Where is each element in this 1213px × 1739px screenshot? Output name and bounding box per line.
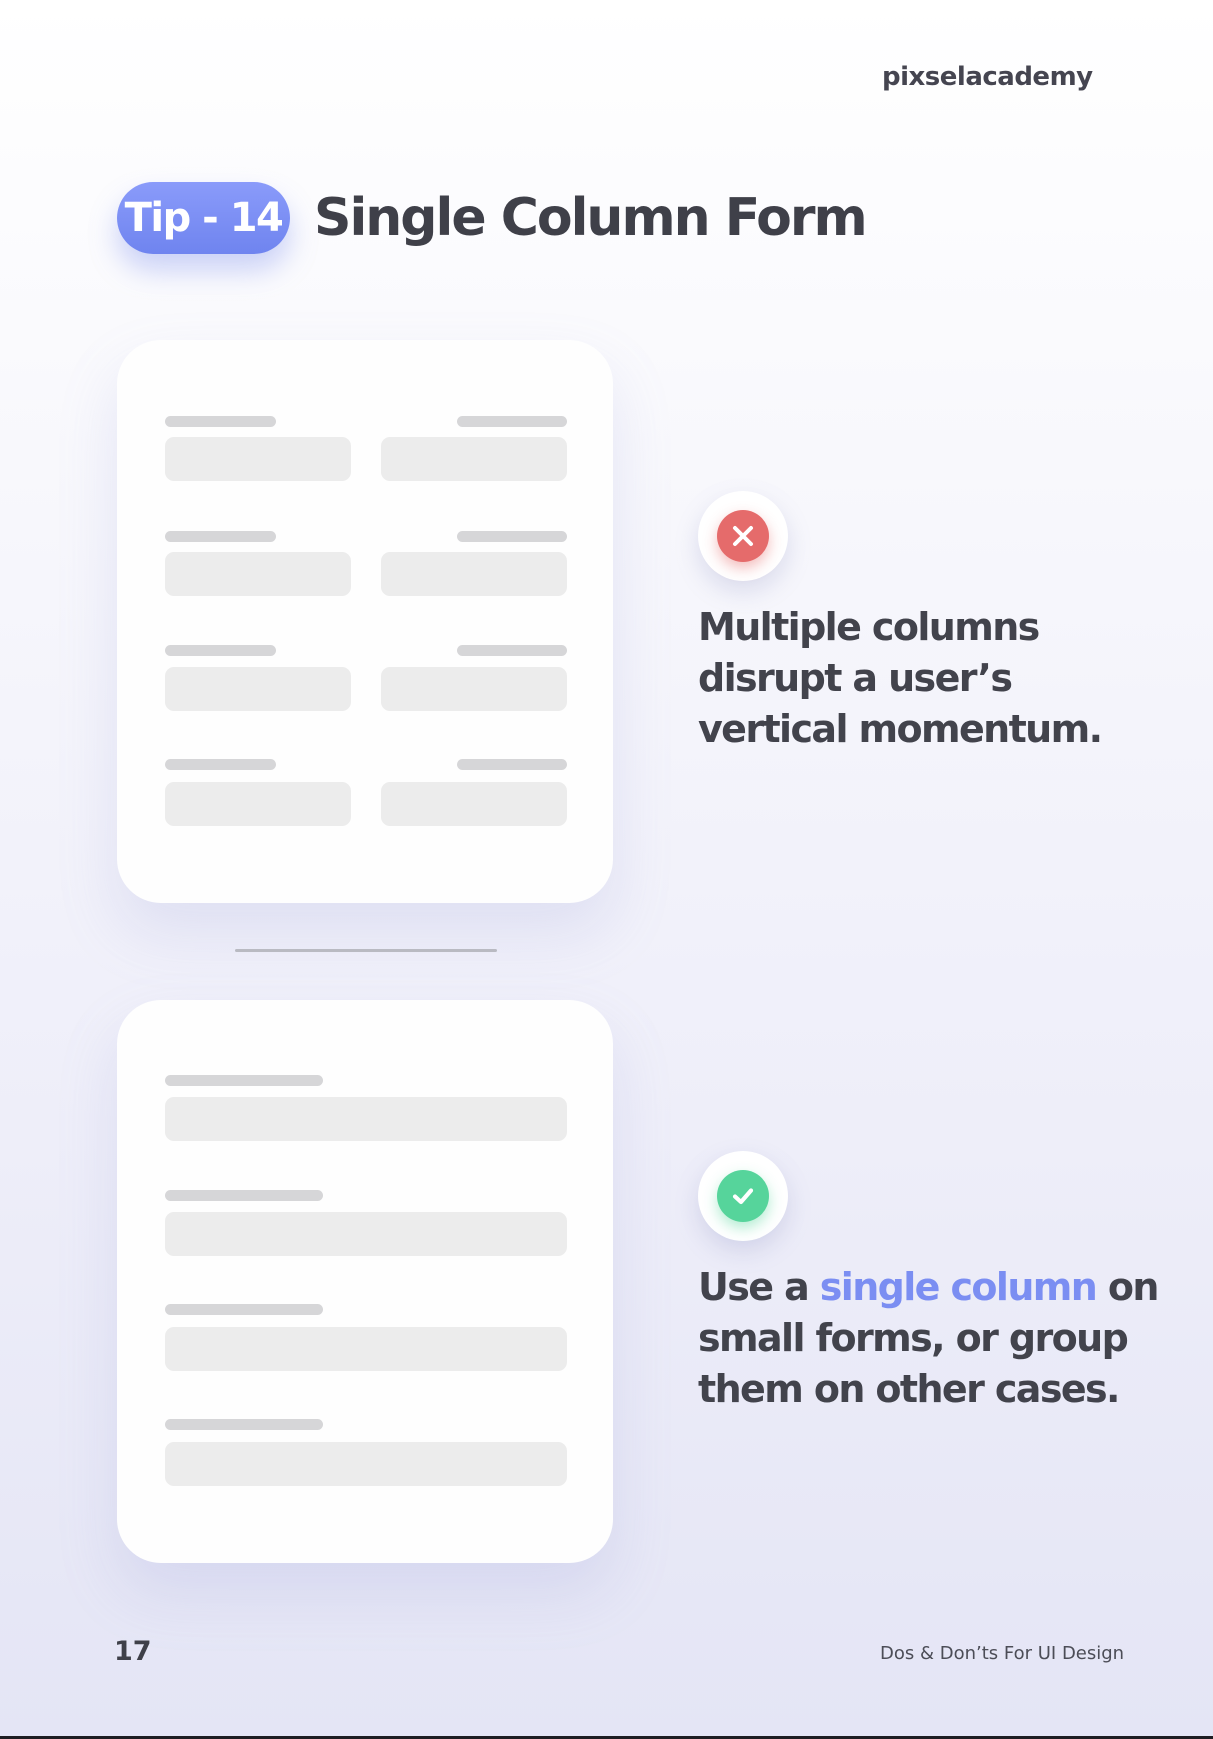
page-title: Single Column Form xyxy=(314,188,868,248)
form-label-placeholder xyxy=(165,416,276,427)
form-label-placeholder xyxy=(165,759,276,770)
form-field-placeholder xyxy=(165,782,351,826)
form-field-placeholder xyxy=(381,437,567,481)
dont-indicator xyxy=(698,491,788,581)
brand-name: pixselacademy xyxy=(882,62,1093,92)
form-field-placeholder xyxy=(381,782,567,826)
form-field-placeholder xyxy=(381,552,567,596)
close-icon xyxy=(717,510,769,562)
section-divider xyxy=(235,949,497,952)
form-label-placeholder xyxy=(165,1075,323,1086)
two-column-form-illustration xyxy=(117,340,613,903)
form-label-placeholder xyxy=(165,1304,323,1315)
form-field-placeholder xyxy=(381,667,567,711)
form-label-placeholder xyxy=(457,645,567,656)
tip-badge: Tip - 14 xyxy=(117,182,290,254)
form-label-placeholder xyxy=(457,416,567,427)
do-statement: Use a single column on small forms, or g… xyxy=(698,1262,1168,1415)
do-indicator xyxy=(698,1151,788,1241)
form-field-placeholder xyxy=(165,1442,567,1486)
do-statement-highlight: single column xyxy=(819,1265,1098,1309)
single-column-form-illustration xyxy=(117,1000,613,1563)
form-field-placeholder xyxy=(165,1327,567,1371)
form-label-placeholder xyxy=(457,531,567,542)
form-label-placeholder xyxy=(165,1419,323,1430)
page-number: 17 xyxy=(114,1636,152,1667)
form-field-placeholder xyxy=(165,437,351,481)
form-field-placeholder xyxy=(165,1212,567,1256)
form-field-placeholder xyxy=(165,667,351,711)
dont-statement: Multiple columns disrupt a user’s vertic… xyxy=(698,605,1103,751)
form-label-placeholder xyxy=(165,531,276,542)
form-field-placeholder xyxy=(165,1097,567,1141)
check-icon xyxy=(717,1170,769,1222)
form-label-placeholder xyxy=(165,645,276,656)
form-label-placeholder xyxy=(165,1190,323,1201)
form-label-placeholder xyxy=(457,759,567,770)
form-field-placeholder xyxy=(165,552,351,596)
do-statement-start: Use a xyxy=(698,1265,820,1309)
document-title: Dos & Don’ts For UI Design xyxy=(880,1643,1125,1664)
